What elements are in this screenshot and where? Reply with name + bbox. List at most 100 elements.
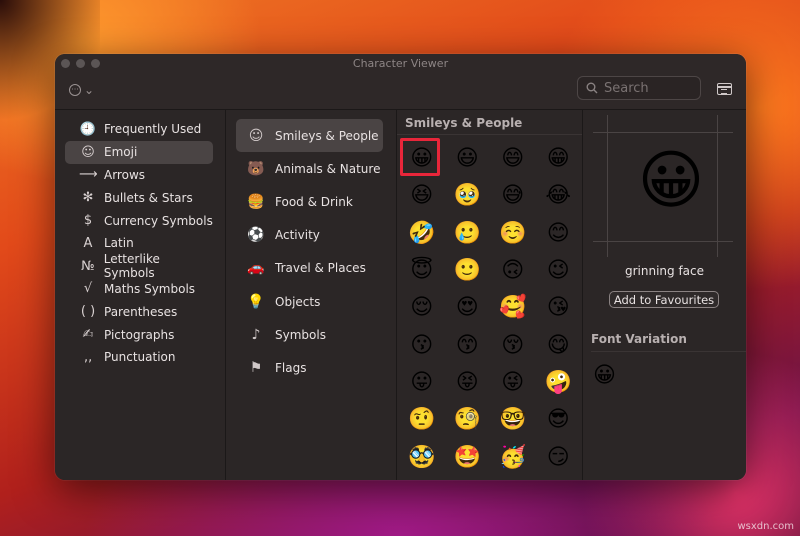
subcategory-icon: ♪ <box>251 326 261 343</box>
ellipsis-circle-icon: ··· <box>69 84 81 96</box>
sidebar-item-label: Arrows <box>104 167 146 182</box>
subcategory-icon: 🐻 <box>247 160 265 177</box>
emoji-cell[interactable]: 🤩 <box>445 438 491 475</box>
emoji-cell[interactable]: 🥰 <box>490 289 536 326</box>
subcategory-icon: 💡 <box>247 293 265 310</box>
subcategory-icon: ⚽ <box>247 227 265 244</box>
emoji-cell[interactable]: 😝 <box>445 364 491 401</box>
sidebar-item-label: Maths Symbols <box>104 281 196 296</box>
emoji-cell[interactable]: 🤨 <box>399 401 445 438</box>
detail-panel: 😀 grinning face Add to Favourites Font V… <box>583 110 746 480</box>
add-to-favourites-button[interactable]: Add to Favourites <box>609 291 719 308</box>
emoji-cell[interactable]: 😘 <box>536 289 582 326</box>
emoji-cell[interactable]: 😇 <box>399 252 445 289</box>
emoji-cell[interactable]: 😁 <box>536 140 582 177</box>
window-title: Character Viewer <box>352 57 449 70</box>
emoji-section-heading: Smileys & People <box>397 110 582 135</box>
sidebar-item-arrows[interactable]: ⟶ Arrows <box>65 164 213 187</box>
emoji-cell[interactable]: 😏 <box>536 438 582 475</box>
subcategory-label: Travel & Places <box>275 261 366 276</box>
subcategory-list: ☺ Smileys & People 🐻 Animals & Nature 🍔 Food … <box>226 110 396 385</box>
category-icon: 🕘 <box>79 121 97 137</box>
subcategory-flags[interactable]: ⚑ Flags <box>236 351 383 384</box>
category-icon: A <box>83 235 93 251</box>
category-icon: ⟶ <box>79 167 98 183</box>
subcategory-icon: ☺ <box>248 127 264 144</box>
emoji-cell[interactable]: 😂 <box>536 177 582 214</box>
emoji-cell[interactable]: 😃 <box>445 140 491 177</box>
search-input[interactable]: Search <box>604 81 649 96</box>
emoji-panel: Smileys & People 😀 😃 😄 😁 😆 🥹 😅 😂 🤣 🥲 ☺️ 😊 😇 🙂 🙃 😉 😌 😍 🥰 😘 😗 😙… <box>397 110 583 480</box>
subcategory-label: Smileys & People <box>275 128 379 143</box>
emoji-cell[interactable]: 🙃 <box>490 252 536 289</box>
category-icon: ✻ <box>82 190 94 206</box>
sidebar-item-maths-symbols[interactable]: √ Maths Symbols <box>65 278 213 301</box>
guide-line <box>593 132 733 133</box>
sidebar-item-bullets-stars[interactable]: ✻ Bullets & Stars <box>65 186 213 209</box>
emoji-cell[interactable]: 😆 <box>399 177 445 214</box>
subcategory-symbols[interactable]: ♪ Symbols <box>236 318 383 351</box>
grid-toggle-icon[interactable] <box>717 83 732 95</box>
subcategory-label: Animals & Nature <box>275 161 381 176</box>
category-icon: № <box>81 258 95 274</box>
emoji-cell[interactable]: 😀 <box>399 137 445 177</box>
emoji-cell[interactable]: ☺️ <box>490 215 536 252</box>
sidebar-item-emoji[interactable]: ☺ Emoji <box>65 140 213 164</box>
emoji-cell[interactable]: 🧐 <box>445 401 491 438</box>
subcategory-smileys-people[interactable]: ☺ Smileys & People <box>236 119 383 153</box>
titlebar: Character Viewer ··· ⌄ Search <box>55 54 746 110</box>
watermark: wsxdn.com <box>737 521 794 532</box>
glyph-guides: 😀 <box>593 115 733 257</box>
emoji-cell[interactable]: 😗 <box>399 326 445 363</box>
sidebar-item-parentheses[interactable]: ( ) Parentheses <box>65 300 213 323</box>
sidebar-item-punctuation[interactable]: ‚‚ Punctuation <box>65 346 213 369</box>
sidebar-item-letterlike-symbols[interactable]: № Letterlike Symbols <box>65 252 213 280</box>
emoji-cell[interactable]: 😉 <box>536 252 582 289</box>
emoji-cell[interactable]: 🤓 <box>490 401 536 438</box>
emoji-cell[interactable]: 🙂 <box>445 252 491 289</box>
more-options-button[interactable]: ··· ⌄ <box>69 83 94 97</box>
category-icon: ‚‚ <box>83 349 93 365</box>
guide-line <box>717 115 718 257</box>
emoji-name: grinning face <box>624 264 705 278</box>
sidebar-item-label: Emoji <box>104 145 138 160</box>
sidebar-item-label: Bullets & Stars <box>104 190 193 205</box>
emoji-cell[interactable]: 😄 <box>490 140 536 177</box>
subcategory-animals-nature[interactable]: 🐻 Animals & Nature <box>236 152 383 185</box>
emoji-cell[interactable]: 😎 <box>536 401 582 438</box>
subcategory-activity[interactable]: ⚽ Activity <box>236 219 383 252</box>
search-field[interactable]: Search <box>577 76 701 100</box>
subcategory-objects[interactable]: 💡 Objects <box>236 285 383 318</box>
emoji-cell[interactable]: 🥸 <box>399 438 445 475</box>
emoji-cell[interactable]: 😌 <box>399 289 445 326</box>
emoji-cell[interactable]: 😜 <box>490 364 536 401</box>
category-list: 🕘 Frequently Used ☺ Emoji ⟶ Arrows ✻ Bullets & … <box>55 110 225 369</box>
emoji-cell[interactable]: 🤣 <box>399 215 445 252</box>
emoji-cell[interactable]: 😋 <box>536 326 582 363</box>
search-icon <box>586 82 598 94</box>
sidebar-item-currency-symbols[interactable]: $ Currency Symbols <box>65 209 213 232</box>
subcategory-travel-places[interactable]: 🚗 Travel & Places <box>236 252 383 285</box>
emoji-cell[interactable]: 😍 <box>445 289 491 326</box>
emoji-cell[interactable]: 🥹 <box>445 177 491 214</box>
sidebar-item-pictographs[interactable]: ✍ Pictographs <box>65 323 213 346</box>
emoji-cell[interactable]: 🥳 <box>490 438 536 475</box>
emoji-cell[interactable]: 😛 <box>399 364 445 401</box>
emoji-cell[interactable]: 😚 <box>490 326 536 363</box>
sidebar-item-frequently-used[interactable]: 🕘 Frequently Used <box>65 118 213 141</box>
subcategory-label: Food & Drink <box>275 194 353 209</box>
sidebar-item-label: Currency Symbols <box>104 213 213 228</box>
emoji-cell[interactable]: 😙 <box>445 326 491 363</box>
emoji-cell[interactable]: 😊 <box>536 215 582 252</box>
guide-line <box>607 115 608 257</box>
character-viewer-window: Character Viewer ··· ⌄ Search 🕘 Frequentl… <box>55 54 746 480</box>
emoji-cell[interactable]: 🤪 <box>536 364 582 401</box>
subcategory-label: Activity <box>275 228 320 243</box>
chevron-down-icon: ⌄ <box>84 83 95 97</box>
font-variation-emoji[interactable]: 😀 <box>593 363 616 388</box>
emoji-cell[interactable]: 😅 <box>490 177 536 214</box>
subcategory-food-drink[interactable]: 🍔 Food & Drink <box>236 185 383 218</box>
emoji-cell[interactable]: 🥲 <box>445 215 491 252</box>
subcategory-label: Objects <box>275 294 321 309</box>
sidebar-item-label: Frequently Used <box>104 122 202 137</box>
